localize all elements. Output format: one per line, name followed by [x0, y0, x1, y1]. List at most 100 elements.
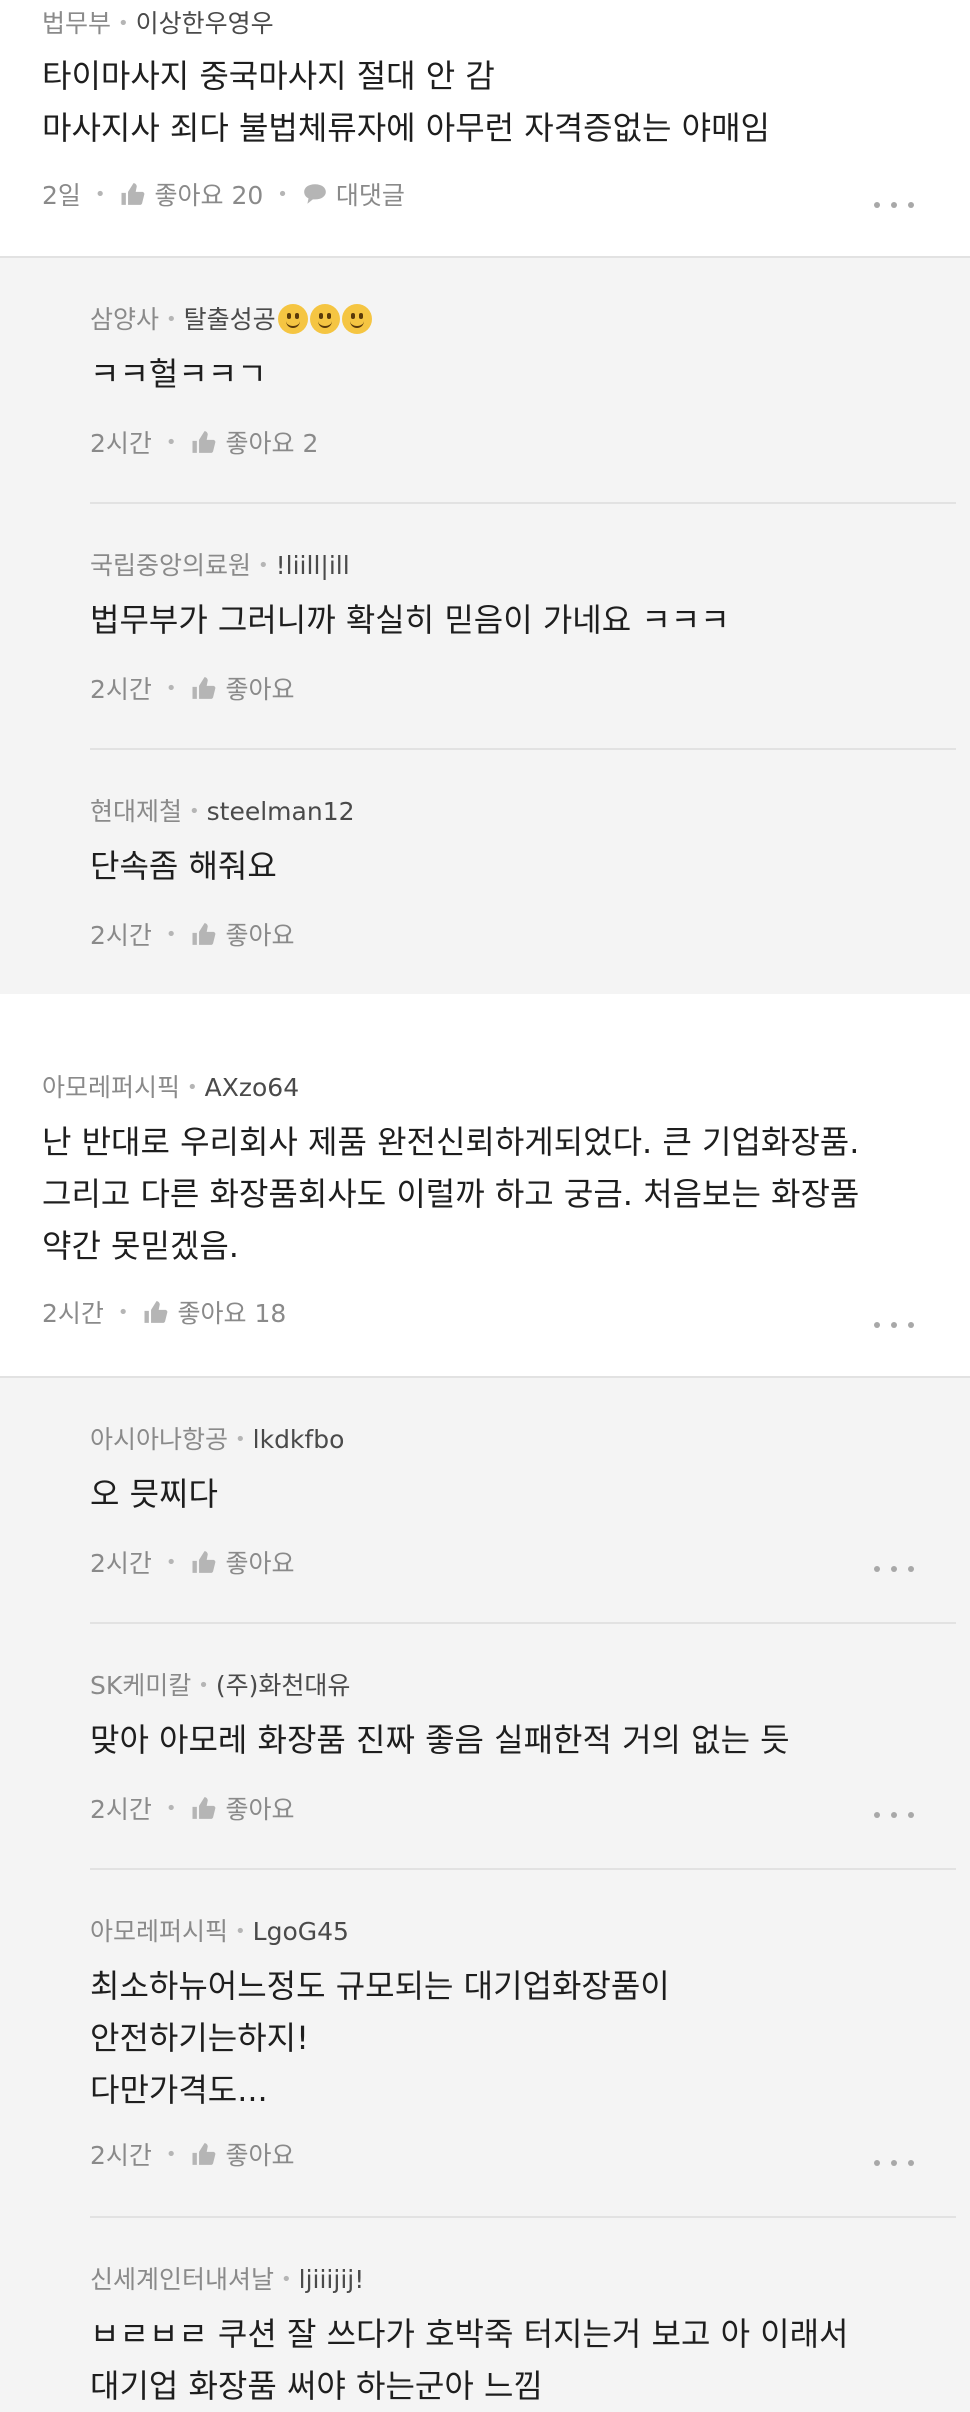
divider	[90, 502, 956, 504]
thumbs-up-icon	[192, 677, 215, 699]
more-options-button[interactable]	[874, 1320, 914, 1330]
author-nickname: steelman12	[206, 797, 355, 826]
comment-author[interactable]: 법무부 • 이상한우영우	[42, 4, 274, 40]
thumbs-up-icon	[192, 431, 215, 453]
comment-line: ㅋㅋ헐ㅋㅋㄱ	[90, 355, 267, 393]
like-button[interactable]: 좋아요	[191, 1544, 295, 1580]
comment-footer: 2시간 • 좋아요	[90, 1790, 295, 1826]
comment-author[interactable]: 삼양사 • 탈출성공	[90, 300, 372, 336]
like-button[interactable]: 좋아요	[191, 1790, 295, 1826]
comment-text: 최소하뉴어느정도 규모되는 대기업화장품이 안전하기는하지! 다만가격도...	[90, 1960, 670, 2116]
more-options-button[interactable]	[874, 1564, 914, 1574]
like-button[interactable]: 좋아요 18	[143, 1294, 286, 1330]
author-nickname: 이상한우영우	[135, 9, 274, 38]
comment-text: 단속좀 해줘요	[90, 840, 277, 892]
author-nickname: ljiiijij!	[298, 2265, 365, 2294]
author-nickname: lkdkfbo	[252, 1425, 345, 1454]
smile-emoji-icon	[309, 304, 340, 334]
like-button[interactable]: 좋아요	[191, 916, 295, 952]
comment-line: 법무부가 그러니까 확실히 믿음이 가네요 ㅋㅋㅋ	[90, 601, 730, 639]
like-button[interactable]: 좋아요	[191, 2136, 295, 2172]
comment-author[interactable]: 아모레퍼시픽 • LgoG45	[90, 1912, 349, 1948]
author-company: 아모레퍼시픽	[42, 1073, 181, 1102]
comment-author[interactable]: 아모레퍼시픽 • AXzo64	[42, 1068, 299, 1104]
author-company: 국립중앙의료원	[90, 551, 252, 580]
more-options-button[interactable]	[874, 1810, 914, 1820]
comment-author[interactable]: 신세계인터내셔날 • ljiiijij!	[90, 2260, 364, 2296]
comment-footer: 2시간 • 좋아요 2	[90, 424, 318, 460]
comment-line: 타이마사지 중국마사지 절대 안 감	[42, 57, 495, 95]
comment-text: 맞아 아모레 화장품 진짜 좋음 실패한적 거의 없는 듯	[90, 1714, 790, 1766]
thumbs-up-icon	[121, 183, 144, 205]
comment-footer: 2시간 • 좋아요 18	[42, 1294, 286, 1330]
like-button[interactable]: 좋아요 2	[191, 424, 318, 460]
comment-line: 안전하기는하지!	[90, 2019, 309, 2057]
comment-time: 2시간	[90, 921, 152, 950]
comment-author[interactable]: 아시아나항공 • lkdkfbo	[90, 1420, 344, 1456]
comment-footer: 2시간 • 좋아요	[90, 1544, 295, 1580]
comment-footer: 2시간 • 좋아요	[90, 916, 295, 952]
divider	[90, 748, 956, 750]
comment-text: 난 반대로 우리회사 제품 완전신뢰하게되었다. 큰 기업화장품. 그리고 다른…	[42, 1116, 859, 1272]
comment-text: 타이마사지 중국마사지 절대 안 감 마사지사 죄다 불법체류자에 아무런 자격…	[42, 50, 770, 154]
reply-button[interactable]: 대댓글	[302, 176, 405, 212]
more-options-button[interactable]	[874, 200, 914, 210]
author-company: 아모레퍼시픽	[90, 1917, 229, 1946]
thumbs-up-icon	[192, 923, 215, 945]
author-company: 삼양사	[90, 305, 160, 334]
comment-line: 마사지사 죄다 불법체류자에 아무런 자격증없는 야매임	[42, 109, 770, 147]
divider	[90, 1868, 956, 1870]
speech-bubble-icon	[304, 184, 326, 204]
comment-text: ㅂㄹㅂㄹ 쿠션 잘 쓰다가 호박죽 터지는거 보고 아 이래서 대기업 화장품 …	[90, 2308, 849, 2412]
comment-author[interactable]: 국립중앙의료원 • !liill|ill	[90, 546, 350, 582]
comment-line: ㅂㄹㅂㄹ 쿠션 잘 쓰다가 호박죽 터지는거 보고 아 이래서	[90, 2315, 849, 2353]
comment-time: 2시간	[90, 2141, 152, 2170]
more-options-button[interactable]	[874, 2158, 914, 2168]
reply-thread: 아시아나항공 • lkdkfbo 오 믓찌다 2시간 • 좋아요 SK케미칼 • (주)…	[0, 1378, 970, 2412]
author-nickname: LgoG45	[252, 1917, 349, 1946]
comment-text: 오 믓찌다	[90, 1468, 218, 1520]
comment-line: 난 반대로 우리회사 제품 완전신뢰하게되었다. 큰 기업화장품.	[42, 1123, 860, 1161]
author-company: 아시아나항공	[90, 1425, 229, 1454]
comment-footer: 2시간 • 좋아요	[90, 670, 295, 706]
comment-item: 아모레퍼시픽 • AXzo64 난 반대로 우리회사 제품 완전신뢰하게되었다. 큰…	[0, 994, 970, 1378]
author-nickname: 탈출성공	[183, 305, 276, 334]
author-company: SK케미칼	[90, 1671, 192, 1700]
comment-line: 약간 못믿겠음.	[42, 1227, 239, 1265]
comment-line: 오 믓찌다	[90, 1475, 218, 1513]
comment-time: 2시간	[90, 1795, 152, 1824]
like-button[interactable]: 좋아요	[191, 670, 295, 706]
comment-author[interactable]: 현대제철 • steelman12	[90, 792, 355, 828]
author-company: 신세계인터내셔날	[90, 2265, 275, 2294]
like-button[interactable]: 좋아요 20	[120, 176, 263, 212]
comment-line: 그리고 다른 화장품회사도 이럴까 하고 궁금. 처음보는 화장품	[42, 1175, 860, 1213]
author-nickname: !liill|ill	[275, 551, 350, 580]
comment-time: 2시간	[90, 1549, 152, 1578]
comment-footer: 2일 • 좋아요 20 • 대댓글	[42, 176, 405, 212]
thumbs-up-icon	[192, 2143, 215, 2165]
author-nickname: AXzo64	[204, 1073, 300, 1102]
comment-item: 법무부 • 이상한우영우 타이마사지 중국마사지 절대 안 감 마사지사 죄다 불법…	[0, 0, 970, 258]
comment-line: 맞아 아모레 화장품 진짜 좋음 실패한적 거의 없는 듯	[90, 1721, 790, 1759]
reply-thread: 삼양사 • 탈출성공 ㅋㅋ헐ㅋㅋㄱ 2시간 • 좋아요 2 국립중앙의료원 • !lii…	[0, 258, 970, 994]
smile-emoji-icon	[341, 304, 372, 334]
author-company: 현대제철	[90, 797, 183, 826]
comment-line: 단속좀 해줘요	[90, 847, 277, 885]
comment-time: 2시간	[42, 1299, 104, 1328]
thumbs-up-icon	[192, 1797, 215, 1819]
comment-line: 다만가격도...	[90, 2071, 268, 2109]
comment-time: 2시간	[90, 429, 152, 458]
comment-time: 2시간	[90, 675, 152, 704]
author-company: 법무부	[42, 9, 112, 38]
comment-text: ㅋㅋ헐ㅋㅋㄱ	[90, 348, 267, 400]
thumbs-up-icon	[192, 1551, 215, 1573]
comment-footer: 2시간 • 좋아요	[90, 2136, 295, 2172]
comment-text: 법무부가 그러니까 확실히 믿음이 가네요 ㅋㅋㅋ	[90, 594, 730, 646]
comment-line: 최소하뉴어느정도 규모되는 대기업화장품이	[90, 1967, 670, 2005]
comment-line: 대기업 화장품 써야 하는군아 느낌	[90, 2367, 543, 2405]
comment-author[interactable]: SK케미칼 • (주)화천대유	[90, 1666, 350, 1702]
divider	[90, 2216, 956, 2218]
author-nickname: (주)화천대유	[215, 1671, 351, 1700]
thumbs-up-icon	[144, 1301, 167, 1323]
divider	[90, 1622, 956, 1624]
